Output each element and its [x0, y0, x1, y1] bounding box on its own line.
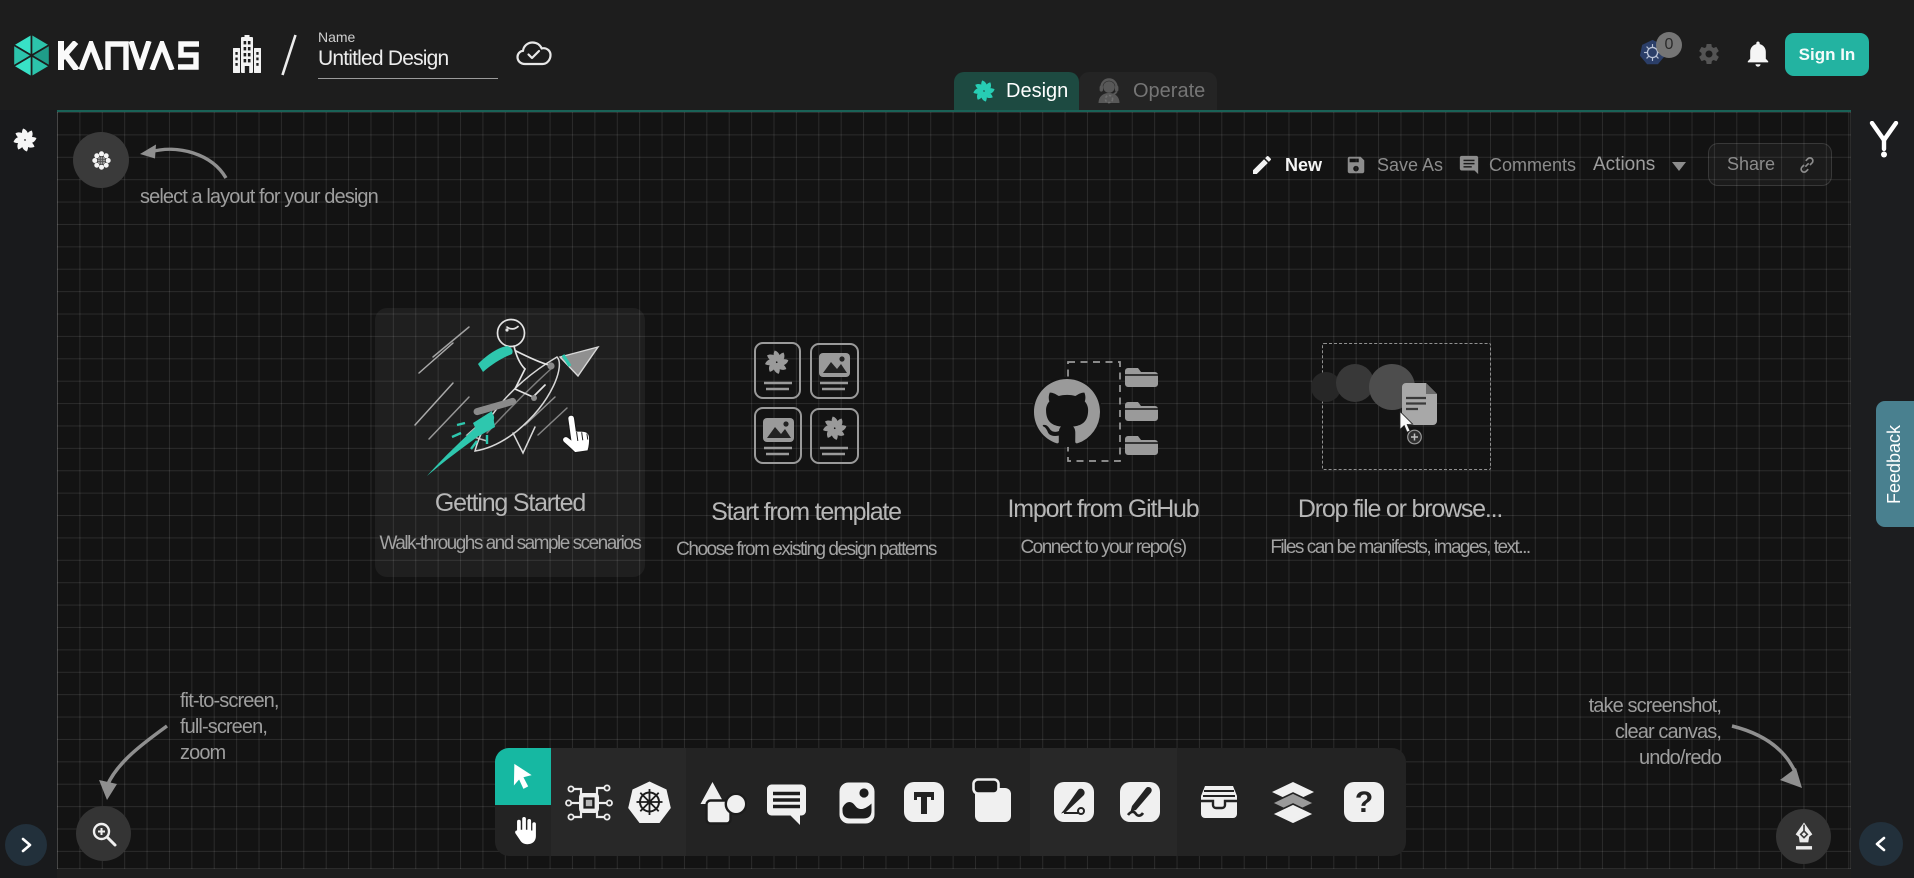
- svg-text:?: ?: [1355, 786, 1373, 819]
